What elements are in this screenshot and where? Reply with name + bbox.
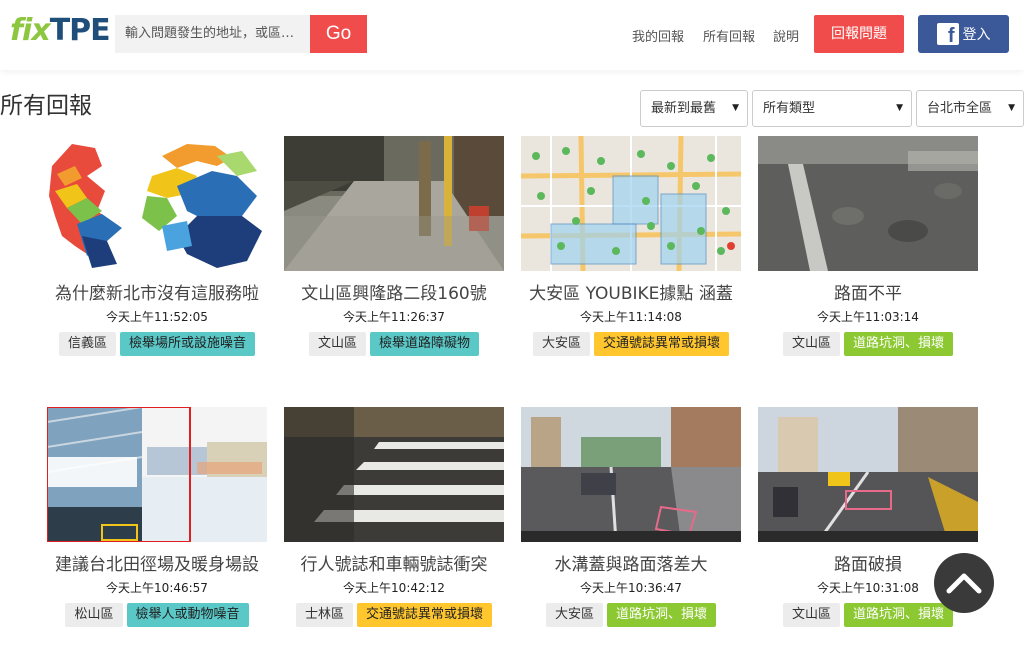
report-thumbnail[interactable] [758,136,978,271]
category-tag[interactable]: 道路坑洞、損壞 [844,603,954,627]
area-tag[interactable]: 大安區 [532,332,590,356]
report-time: 今天上午11:14:08 [580,310,682,324]
report-title[interactable]: 建議台北田徑場及暖身場設 [37,550,277,575]
report-title[interactable]: 行人號誌和車輛號誌衝突 [274,550,514,575]
nav-help[interactable]: 說明 [773,26,799,45]
area-tag[interactable]: 士林區 [295,603,353,627]
back-to-top-button[interactable] [934,553,994,613]
top-navbar: fix TPE 輸入問題發生的地址，或區域... Go 我的回報 所有回報 說明 … [0,0,1024,70]
report-thumbnail[interactable] [521,136,741,271]
report-thumbnail[interactable] [47,136,267,271]
report-tags: 文山區 道路坑洞、損壞 [738,332,998,356]
login-label: 登入 [962,27,991,43]
category-tag[interactable]: 道路坑洞、損壞 [844,332,954,356]
logo-fix-text: fix [10,13,51,48]
report-title[interactable]: 文山區興隆路二段160號 [274,279,514,304]
report-tags: 松山區 檢舉人或動物噪音 [27,603,287,627]
category-tag[interactable]: 檢舉人或動物噪音 [126,603,249,627]
facebook-login-button[interactable]: f 登入 [918,15,1009,53]
report-tags: 士林區 交通號誌異常或損壞 [264,603,524,627]
area-tag[interactable]: 文山區 [308,332,366,356]
fixtpe-logo[interactable]: fix TPE [10,13,111,49]
nav-my-reports[interactable]: 我的回報 [632,26,684,45]
address-search-input[interactable]: 輸入問題發生的地址，或區域... [115,15,311,53]
area-tag[interactable]: 松山區 [65,603,123,627]
report-thumbnail[interactable] [521,407,741,542]
area-select-value: 台北市全區 [927,101,993,116]
report-tags: 信義區 檢舉場所或設施噪音 [27,332,287,356]
area-select[interactable]: 台北市全區 ▼ [916,90,1024,127]
report-title[interactable]: 為什麼新北市沒有這服務啦 [37,279,277,304]
report-issue-button[interactable]: 回報問題 [814,15,904,53]
report-time: 今天上午10:36:47 [580,581,682,595]
report-title[interactable]: 路面不平 [748,279,988,304]
report-time: 今天上午11:26:37 [343,310,445,324]
report-time: 今天上午10:46:57 [106,581,208,595]
report-tags: 文山區 檢舉道路障礙物 [264,332,524,356]
report-title[interactable]: 水溝蓋與路面落差大 [511,550,751,575]
report-thumbnail[interactable] [47,407,267,542]
sort-select-value: 最新到最舊 [651,101,717,116]
report-time: 今天上午11:52:05 [106,310,208,324]
category-tag[interactable]: 交通號誌異常或損壞 [357,603,493,627]
area-tag[interactable]: 文山區 [782,603,840,627]
report-thumbnail[interactable] [284,136,504,271]
chevron-down-icon: ▼ [896,103,903,113]
report-title[interactable]: 大安區 YOUBIKE據點 涵蓋 [511,279,751,304]
report-tags: 大安區 道路坑洞、損壞 [501,603,761,627]
report-tags: 大安區 交通號誌異常或損壞 [501,332,761,356]
area-tag[interactable]: 文山區 [782,332,840,356]
report-thumbnail[interactable] [758,407,978,542]
report-time: 今天上午10:42:12 [343,581,445,595]
facebook-icon: f [936,23,959,45]
report-thumbnail[interactable] [284,407,504,542]
category-tag[interactable]: 檢舉場所或設施噪音 [120,332,256,356]
type-select[interactable]: 所有類型 ▼ [752,90,912,127]
sort-select[interactable]: 最新到最舊 ▼ [640,90,748,127]
search-go-button[interactable]: Go [310,15,367,53]
report-time: 今天上午11:03:14 [817,310,919,324]
type-select-value: 所有類型 [763,101,816,116]
category-tag[interactable]: 交通號誌異常或損壞 [594,332,730,356]
chevron-down-icon: ▼ [1008,103,1015,113]
area-tag[interactable]: 大安區 [545,603,603,627]
chevron-down-icon: ▼ [732,103,739,113]
area-tag[interactable]: 信義區 [58,332,116,356]
nav-all-reports[interactable]: 所有回報 [703,26,755,45]
logo-tpe-text: TPE [49,13,111,48]
category-tag[interactable]: 道路坑洞、損壞 [607,603,717,627]
category-tag[interactable]: 檢舉道路障礙物 [370,332,480,356]
chevron-up-icon [946,573,982,594]
page-title: 所有回報 [0,93,92,119]
